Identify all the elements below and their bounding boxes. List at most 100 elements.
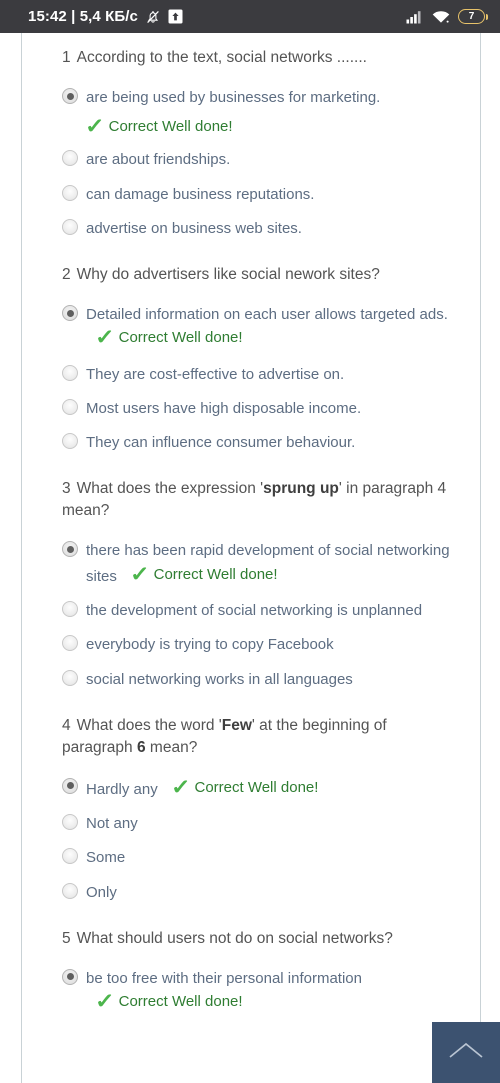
answer-option-label: be too free with their personal informat…	[86, 969, 362, 1014]
answer-option-label: the development of social networking is …	[86, 602, 423, 619]
feedback-label: Correct Well done!	[108, 118, 233, 136]
radio-button[interactable]	[62, 814, 78, 831]
answer-option-label: Detailed information on each user allows…	[86, 306, 448, 350]
answer-option-label: can damage business reputations.	[86, 185, 315, 203]
answer-option[interactable]: there has been rapid development of soci…	[62, 539, 460, 588]
answer-option[interactable]: advertise on business web sites.	[62, 217, 460, 240]
correct-feedback: ✓ Correct Well done!	[94, 326, 243, 350]
question-number: 4	[62, 716, 71, 734]
answer-option[interactable]: are about friendships.	[62, 148, 460, 171]
question-text: According to the text, social networks .…	[76, 49, 367, 66]
answer-option[interactable]: social networking works in all languages	[62, 668, 460, 691]
upload-arrow-icon	[168, 9, 183, 24]
radio-button[interactable]	[62, 398, 78, 415]
correct-feedback: ✓ Correct Well done!	[170, 775, 319, 799]
answer-option-label: are about friendships.	[86, 151, 231, 169]
answer-option-label: there has been rapid development of soci…	[86, 542, 450, 586]
answer-option[interactable]: Not any	[62, 812, 460, 835]
radio-button[interactable]	[62, 848, 78, 865]
answer-option[interactable]: Hardly any ✓ Correct Well done!	[62, 776, 460, 801]
question-block: 2 Why do advertisers like social nework s…	[62, 264, 460, 454]
feedback-label: Correct Well done!	[118, 329, 243, 347]
answer-option[interactable]: are being used by businesses for marketi…	[62, 86, 460, 109]
question-block: 1 According to the text, social networks …	[62, 47, 460, 240]
battery-level-label: 7	[468, 10, 475, 22]
radio-button-selected[interactable]	[62, 541, 78, 558]
bell-muted-icon	[145, 9, 161, 25]
answer-option-label: everybody is trying to copy Facebook	[86, 636, 334, 654]
question-text: What should users not do on social netwo…	[76, 929, 393, 947]
answer-option[interactable]: the development of social networking is …	[62, 599, 460, 622]
question-text: What does the word 'Few' at the beginnin…	[62, 716, 387, 756]
wifi-icon	[432, 10, 450, 24]
question-prompt: 5 What should users not do on social netw…	[62, 928, 460, 950]
radio-button-selected[interactable]	[62, 777, 78, 794]
answer-option[interactable]: Only	[62, 881, 460, 904]
check-icon: ✓	[94, 990, 115, 1014]
correct-feedback-row: ✓ Correct Well done!	[84, 115, 460, 139]
question-number: 2	[62, 266, 71, 283]
battery-indicator: 7	[458, 9, 488, 24]
scroll-to-top-button[interactable]	[432, 1022, 500, 1083]
answer-option[interactable]: can damage business reputations.	[62, 183, 460, 206]
radio-button[interactable]	[62, 150, 78, 167]
question-block: 3 What does the expression 'sprung up' in…	[62, 478, 460, 690]
radio-button[interactable]	[62, 635, 78, 652]
question-number: 1	[62, 49, 71, 66]
radio-button[interactable]	[62, 669, 78, 686]
radio-button[interactable]	[62, 882, 78, 899]
answer-option[interactable]: They can influence consumer behaviour.	[62, 431, 460, 454]
answer-option-label: advertise on business web sites.	[86, 219, 302, 237]
quiz-container: 1 According to the text, social networks …	[22, 33, 480, 1016]
status-clock: 15:42 | 5,4 КБ/с	[28, 8, 138, 25]
question-prompt: 3 What does the expression 'sprung up' in…	[62, 478, 460, 522]
correct-feedback: ✓ Correct Well done!	[129, 562, 278, 586]
radio-button-selected[interactable]	[62, 305, 78, 321]
answer-option[interactable]: Some	[62, 846, 460, 869]
radio-button-selected[interactable]	[62, 968, 78, 985]
answer-option[interactable]: be too free with their personal informat…	[62, 967, 460, 1016]
answer-option[interactable]: Detailed information on each user allows…	[62, 303, 460, 352]
question-prompt: 4 What does the word 'Few' at the beginni…	[62, 715, 460, 759]
radio-button[interactable]	[62, 184, 78, 201]
radio-button[interactable]	[62, 433, 78, 450]
status-bar: 15:42 | 5,4 КБ/с 7	[0, 0, 500, 33]
radio-button-selected[interactable]	[62, 88, 78, 104]
answer-option-label: Only	[86, 883, 117, 901]
check-icon: ✓	[170, 775, 191, 799]
cellular-signal-icon	[406, 10, 424, 24]
question-block: 4 What does the word 'Few' at the beginni…	[62, 715, 460, 904]
answer-option[interactable]: Most users have high disposable income.	[62, 397, 460, 420]
answer-option-label: They are cost-effective to advertise on.	[86, 365, 345, 383]
question-number: 3	[62, 480, 71, 498]
question-text: Why do advertisers like social nework si…	[76, 266, 380, 283]
answer-option[interactable]: They are cost-effective to advertise on.	[62, 363, 460, 386]
correct-feedback: ✓ Correct Well done!	[84, 115, 233, 139]
answer-option[interactable]: everybody is trying to copy Facebook	[62, 633, 460, 656]
answer-option-label: They can influence consumer behaviour.	[86, 434, 356, 452]
quiz-page-sheet: 1 According to the text, social networks …	[21, 33, 481, 1083]
answer-option-label: Not any	[86, 815, 138, 833]
answer-option-label: Most users have high disposable income.	[86, 399, 362, 417]
correct-feedback: ✓ Correct Well done!	[94, 990, 243, 1014]
status-bar-right: 7	[406, 9, 488, 24]
answer-option-label: are being used by businesses for marketi…	[86, 89, 381, 106]
radio-button[interactable]	[62, 601, 78, 617]
check-icon: ✓	[84, 115, 105, 139]
question-number: 5	[62, 929, 71, 947]
question-prompt: 2 Why do advertisers like social nework s…	[62, 264, 460, 286]
feedback-label: Correct Well done!	[153, 565, 278, 583]
radio-button[interactable]	[62, 364, 78, 381]
status-bar-left: 15:42 | 5,4 КБ/с	[28, 8, 183, 25]
answer-option-label: Hardly any ✓ Correct Well done!	[86, 775, 319, 799]
question-text: What does the expression 'sprung up' in …	[62, 480, 447, 520]
feedback-label: Correct Well done!	[118, 993, 243, 1011]
chevron-up-icon	[448, 1040, 484, 1065]
check-icon: ✓	[94, 326, 115, 350]
radio-button[interactable]	[62, 218, 78, 235]
answer-option-label: social networking works in all languages	[86, 670, 353, 688]
answer-option-label: Some	[86, 849, 126, 867]
feedback-label: Correct Well done!	[194, 778, 319, 796]
check-icon: ✓	[129, 562, 150, 586]
question-block: 5 What should users not do on social netw…	[62, 928, 460, 1016]
